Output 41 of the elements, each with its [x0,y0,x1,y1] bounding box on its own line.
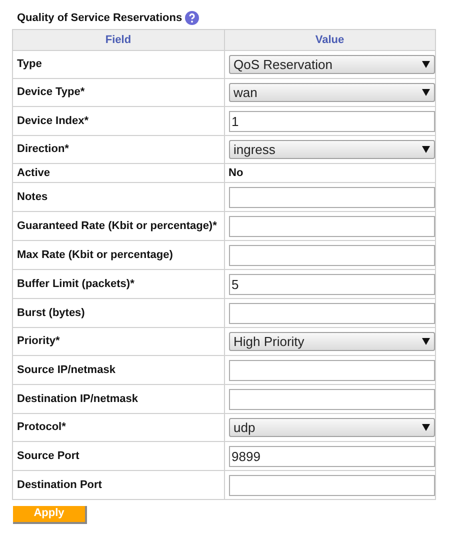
field-label: Max Rate (Kbit or percentage) [12,240,224,270]
input-field[interactable] [228,186,435,208]
field-label: Priority* [12,328,224,356]
input-field[interactable] [228,216,435,236]
dropdown[interactable]: wan [228,83,435,102]
input-field[interactable] [228,360,435,380]
field-label: Guaranteed Rate (Kbit or percentage)* [12,212,224,240]
field-label: Destination IP/netmask [12,384,224,414]
field-label: Direction* [12,136,224,164]
field-label: Type [12,50,224,78]
field-label: Protocol* [12,414,224,442]
field-label: Device Type* [12,78,224,106]
input-field[interactable] [228,474,435,496]
caret-icon [422,424,430,431]
field-label: Buffer Limit (packets)* [12,270,224,298]
page-title: Quality of Service Reservations [17,10,182,26]
field-label: Device Index* [12,106,224,136]
field-label: Source Port [12,442,224,470]
dropdown[interactable]: ingress [228,140,435,159]
dropdown[interactable]: QoS Reservation [228,55,435,74]
field-label: Active [12,164,224,182]
input-field[interactable] [228,302,435,324]
column-header: Value [224,30,436,50]
dropdown[interactable]: High Priority [228,332,435,351]
caret-icon [422,61,430,68]
field-label: Source IP/netmask [12,356,224,384]
input-field[interactable]: 5 [228,274,435,294]
input-field[interactable] [228,388,435,410]
input-field[interactable] [228,244,435,266]
field-label: Burst (bytes) [12,298,224,328]
column-header: Field [12,30,224,50]
caret-icon [422,146,430,153]
input-field[interactable]: 9899 [228,446,435,466]
value-text: No [228,168,244,178]
field-label: Notes [12,182,224,212]
field-label: Destination Port [12,470,224,500]
input-field[interactable]: 1 [228,110,435,132]
dropdown[interactable]: udp [228,418,435,437]
caret-icon [422,338,430,345]
help-icon[interactable] [185,11,200,25]
caret-icon [422,89,430,96]
